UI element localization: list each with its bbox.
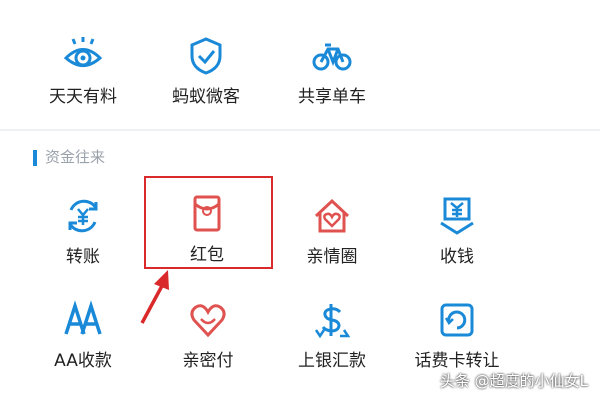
pointer-arrow-icon — [140, 270, 169, 324]
watermark: 头条 @超度的小仙女L — [439, 372, 588, 390]
